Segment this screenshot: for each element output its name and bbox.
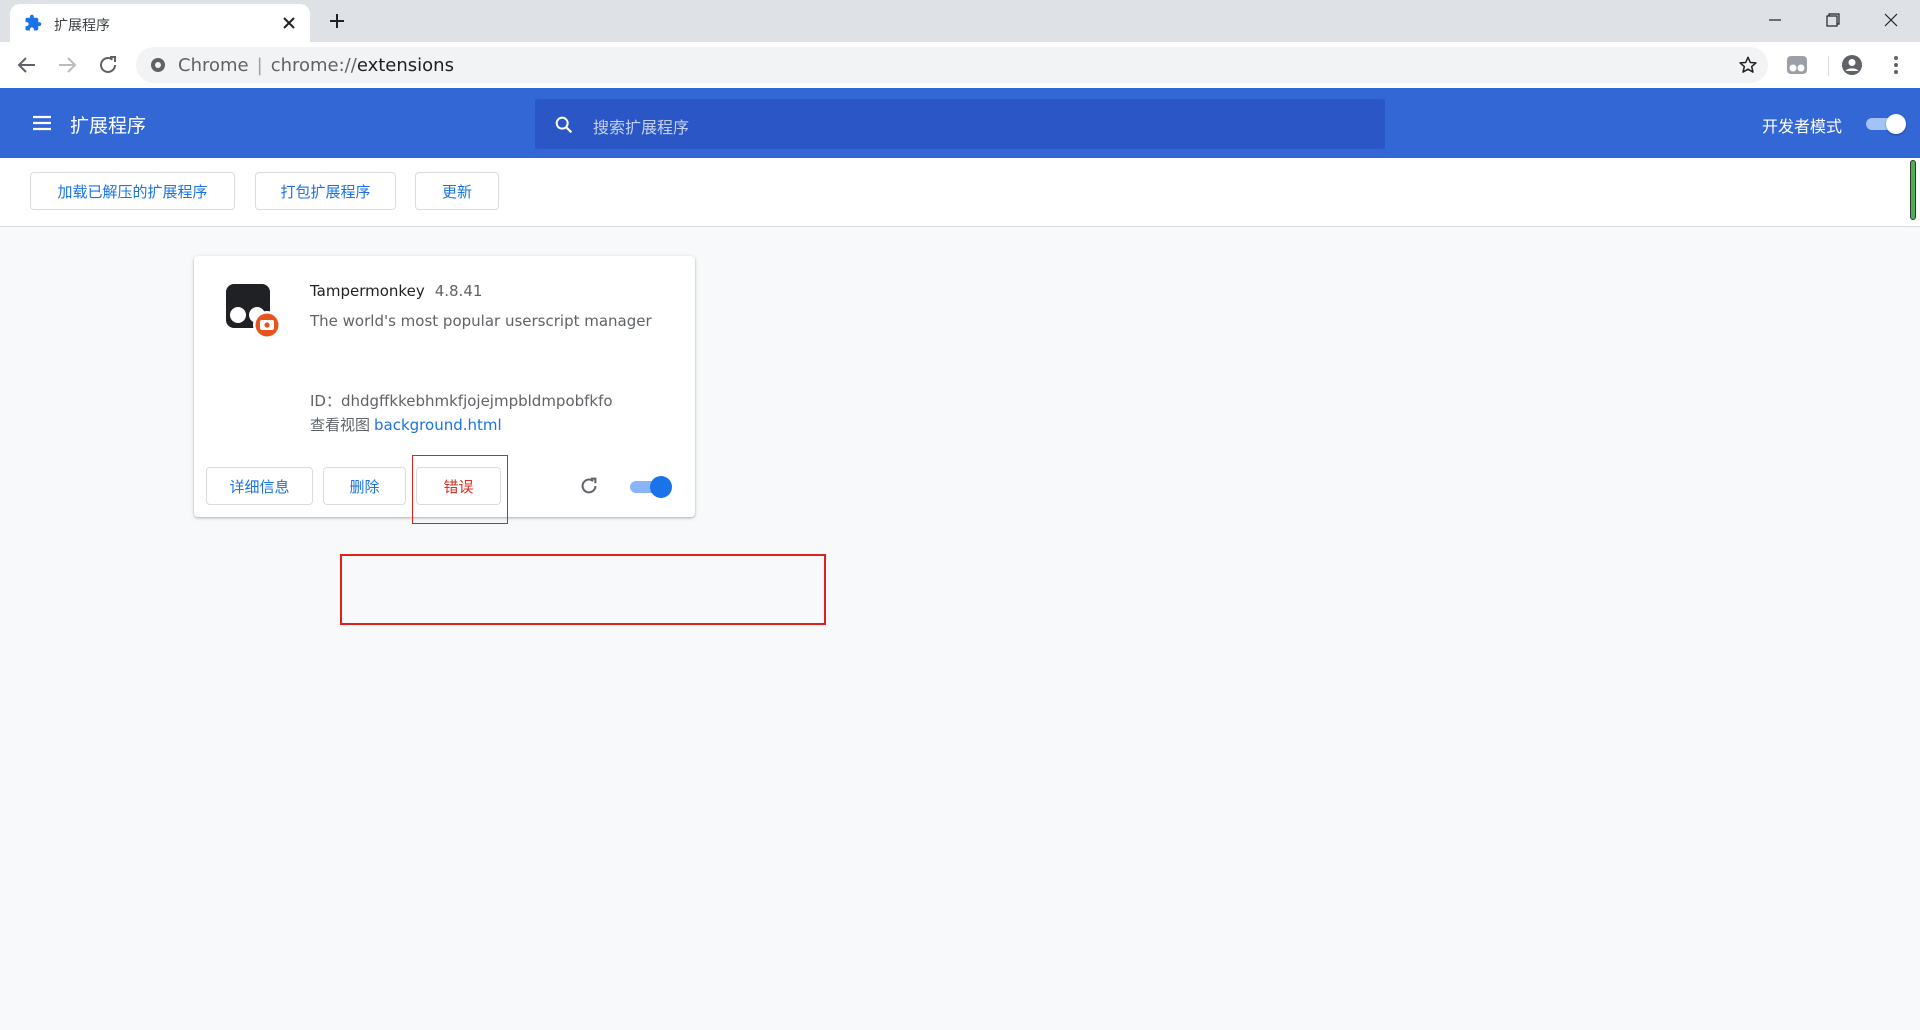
close-window-button[interactable]	[1862, 0, 1920, 40]
search-input[interactable]: 搜索扩展程序	[535, 99, 1385, 149]
url-prefix: chrome://	[270, 55, 357, 76]
tab-title: 扩展程序	[54, 18, 110, 34]
extension-description: The world's most popular userscript mana…	[310, 312, 652, 330]
close-icon[interactable]	[280, 14, 298, 32]
tampermonkey-extension-icon[interactable]	[1785, 53, 1809, 77]
search-placeholder: 搜索扩展程序	[593, 118, 690, 137]
forward-button[interactable]	[55, 53, 79, 77]
toggle-knob	[1886, 114, 1906, 134]
extensions-header: 扩展程序 搜索扩展程序 开发者模式	[0, 88, 1920, 158]
reload-button[interactable]	[96, 53, 120, 77]
developer-mode-toggle[interactable]	[1866, 114, 1906, 134]
update-button[interactable]: 更新	[415, 172, 499, 210]
tampermonkey-icon	[226, 284, 282, 340]
more-menu-icon[interactable]	[1884, 53, 1908, 77]
details-button[interactable]: 详细信息	[206, 467, 313, 505]
load-unpacked-button[interactable]: 加载已解压的扩展程序	[30, 172, 235, 210]
page-title: 扩展程序	[70, 115, 147, 137]
search-icon	[553, 114, 575, 136]
inspect-views-row: 查看视图 background.html	[310, 414, 502, 435]
extension-id: dhdgffkkebhmkfjojejmpbldmpobfkfo	[340, 392, 613, 410]
toggle-knob	[650, 476, 672, 498]
scrollbar-thumb[interactable]	[1910, 160, 1916, 220]
remove-button[interactable]: 删除	[323, 467, 406, 505]
chrome-site-icon	[150, 57, 166, 73]
background-page-link[interactable]: background.html	[374, 416, 502, 434]
address-text: Chrome | chrome://extensions	[178, 55, 454, 76]
annotation-box-empty	[340, 554, 826, 625]
extension-id-row: ID：dhdgffkkebhmkfjojejmpbldmpobfkfo	[310, 390, 613, 411]
extension-card: Tampermonkey 4.8.41 The world's most popu…	[194, 256, 695, 517]
extension-name-row: Tampermonkey 4.8.41	[310, 282, 482, 300]
reload-extension-icon[interactable]	[578, 475, 600, 497]
new-tab-button[interactable]	[326, 10, 348, 32]
browser-toolbar: Chrome | chrome://extensions	[0, 42, 1920, 88]
extensions-action-bar: 加载已解压的扩展程序 打包扩展程序 更新	[0, 158, 1920, 227]
star-icon[interactable]	[1738, 55, 1758, 75]
toolbar-divider	[1828, 56, 1829, 76]
scheme-label: Chrome	[178, 55, 249, 76]
pack-extension-button[interactable]: 打包扩展程序	[255, 172, 396, 210]
extension-id-label: ID：	[310, 392, 341, 410]
extension-enable-toggle[interactable]	[630, 476, 672, 498]
errors-button[interactable]: 错误	[416, 467, 501, 505]
inspect-views-label: 查看视图	[310, 416, 371, 434]
url-host: extensions	[356, 55, 454, 76]
tab-strip: 扩展程序	[0, 0, 1920, 42]
address-bar[interactable]: Chrome | chrome://extensions	[136, 47, 1768, 83]
hamburger-menu-icon[interactable]	[30, 111, 54, 135]
back-button[interactable]	[15, 53, 39, 77]
extension-version: 4.8.41	[434, 282, 483, 300]
restore-button[interactable]	[1804, 0, 1862, 40]
developer-mode-label: 开发者模式	[1762, 117, 1843, 136]
tab-extensions[interactable]: 扩展程序	[10, 4, 310, 42]
puzzle-icon	[24, 14, 42, 32]
minimize-button[interactable]	[1746, 0, 1804, 40]
extension-name: Tampermonkey	[310, 282, 425, 300]
profile-icon[interactable]	[1840, 53, 1864, 77]
separator: |	[256, 55, 263, 76]
